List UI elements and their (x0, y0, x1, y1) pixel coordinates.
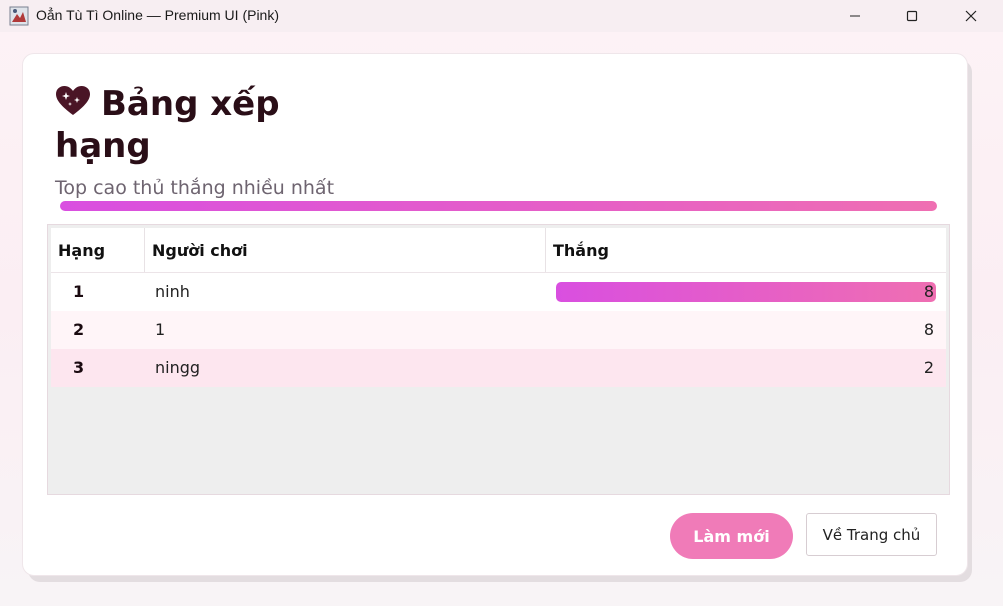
accent-bar (60, 201, 937, 211)
player-cell: ningg (155, 358, 201, 377)
table-row[interactable]: 1 ninh 8 (51, 273, 946, 311)
home-button[interactable]: Về Trang chủ (806, 513, 937, 556)
wins-cell: 8 (923, 282, 934, 301)
table-header: Hạng Người chơi Thắng (51, 228, 946, 273)
refresh-button[interactable]: Làm mới (670, 513, 793, 559)
column-header-player[interactable]: Người chơi (145, 228, 546, 273)
rank-cell: 2 (73, 320, 85, 339)
app-icon (9, 6, 29, 26)
maximize-button[interactable] (889, 0, 935, 32)
rank-cell: 3 (73, 358, 85, 377)
close-icon (965, 10, 977, 22)
column-header-wins[interactable]: Thắng (546, 228, 946, 273)
sparkling-heart-icon (56, 86, 90, 115)
player-cell: 1 (155, 320, 166, 339)
window-titlebar: Oẳn Tù Tì Online — Premium UI (Pink) (0, 0, 1003, 32)
leaderboard-table: Hạng Người chơi Thắng 1 ninh 8 2 1 8 3 n… (47, 224, 950, 495)
player-cell: ninh (155, 282, 190, 301)
close-button[interactable] (948, 0, 994, 32)
wins-progress-bar (556, 282, 936, 302)
column-header-rank[interactable]: Hạng (51, 228, 145, 273)
page-title: Bảng xếp hạng (55, 83, 315, 167)
window-title: Oẳn Tù Tì Online — Premium UI (Pink) (36, 7, 279, 23)
table-row[interactable]: 2 1 8 (51, 311, 946, 349)
wins-cell: 2 (923, 358, 934, 377)
wins-cell: 8 (923, 320, 934, 339)
minimize-button[interactable] (832, 0, 878, 32)
rank-cell: 1 (73, 282, 85, 301)
minimize-icon (850, 15, 860, 17)
maximize-icon (906, 10, 918, 22)
table-row[interactable]: 3 ningg 2 (51, 349, 946, 387)
page-subtitle: Top cao thủ thắng nhiều nhất (55, 177, 335, 199)
